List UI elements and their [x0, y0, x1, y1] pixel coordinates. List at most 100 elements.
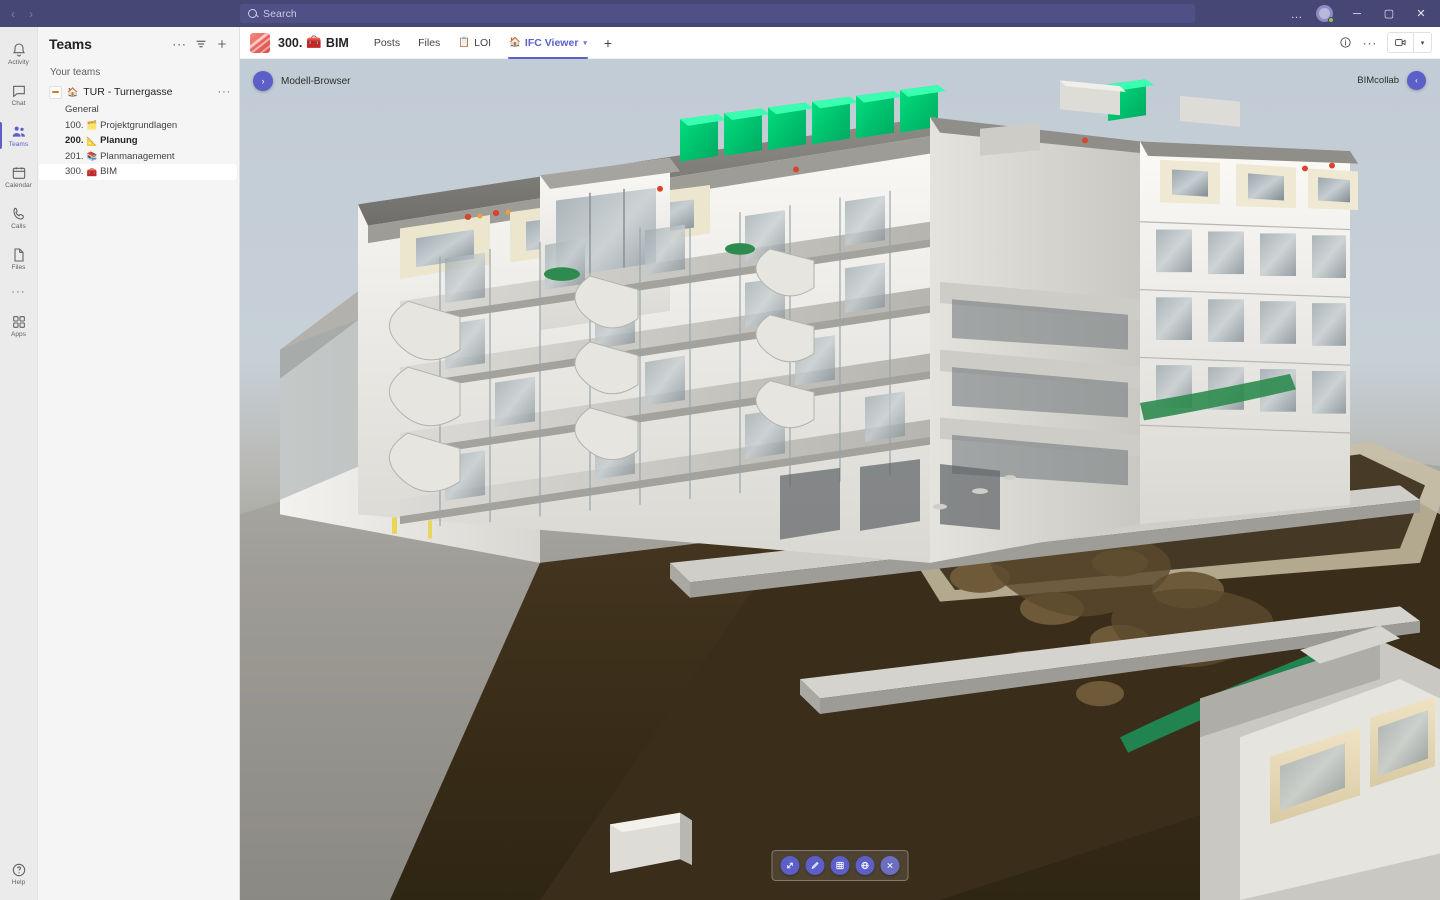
calendar-icon — [10, 164, 27, 181]
channel-item-projektgrundlagen[interactable]: 100. 🗂️ Projektgrundlagen — [39, 118, 237, 134]
tab-files[interactable]: Files — [409, 27, 449, 59]
section-grid-button[interactable] — [831, 856, 850, 875]
chevron-right-icon: › — [253, 71, 273, 91]
tab-label: Posts — [374, 37, 400, 49]
rail-label-chat: Chat — [12, 100, 26, 107]
measure-tool-button[interactable] — [781, 856, 800, 875]
ifc-3d-viewport[interactable]: › Modell-Browser BIMcollab ‹ — [240, 59, 1440, 900]
rail-label-teams: Teams — [9, 141, 28, 148]
rail-item-chat[interactable]: Chat — [0, 74, 38, 115]
rail-label-files: Files — [12, 264, 26, 271]
tab-label: LOI — [474, 37, 491, 49]
forward-arrow-icon[interactable]: › — [29, 8, 33, 20]
toolbox-icon: 🧰 — [87, 168, 98, 177]
rail-more-apps-icon[interactable]: ··· — [0, 279, 38, 305]
presence-badge — [1328, 17, 1334, 23]
channel-title-name: BIM — [326, 36, 349, 50]
search-input[interactable]: Search — [240, 4, 1195, 23]
back-arrow-icon[interactable]: ‹ — [11, 8, 15, 20]
app-rail: Activity Chat Teams — [0, 27, 38, 900]
ifc-viewer-icon: 🏠 — [509, 37, 521, 48]
markup-pen-button[interactable] — [806, 856, 825, 875]
teams-app-window: ‹ › Search … ─ ▢ ✕ — [0, 0, 1440, 900]
channel-name: Projektgrundlagen — [100, 120, 177, 131]
folder-icon: 🗂️ — [87, 121, 98, 130]
rail-item-calendar[interactable]: Calendar — [0, 156, 38, 197]
tab-loi[interactable]: 📋 LOI — [449, 27, 500, 59]
channel-item-bim[interactable]: 300. 🧰 BIM — [39, 164, 237, 180]
channel-name: Planung — [100, 135, 137, 146]
add-tab-button[interactable]: + — [596, 27, 620, 59]
channel-item-planmanagement[interactable]: 201. 📚 Planmanagement — [39, 149, 237, 165]
channel-item-planung[interactable]: 200. 📐 Planung — [39, 133, 237, 149]
team-more-options-icon[interactable]: ··· — [218, 86, 231, 98]
main-row: Activity Chat Teams — [0, 27, 1440, 900]
avatar[interactable] — [1316, 5, 1333, 22]
channel-name: General — [65, 104, 99, 115]
close-button[interactable]: ✕ — [1406, 0, 1436, 27]
rail-item-teams[interactable]: Teams — [0, 115, 38, 156]
rail-label-apps: Apps — [11, 331, 26, 338]
maximize-button[interactable]: ▢ — [1374, 0, 1404, 27]
rail-item-help[interactable]: Help — [0, 853, 38, 894]
tab-ifc-viewer[interactable]: 🏠 IFC Viewer ▾ — [500, 27, 596, 59]
close-toolbar-button[interactable] — [881, 856, 900, 875]
channel-title-number: 300. — [278, 36, 302, 50]
channel-tab-bar: 300. 🧰 BIM Posts Files 📋 LOI — [240, 27, 1440, 59]
teams-more-options-icon[interactable]: ··· — [170, 35, 189, 54]
bimcollab-panel-toggle[interactable]: BIMcollab ‹ — [1357, 71, 1426, 90]
team-avatar — [49, 86, 62, 99]
channel-name: Planmanagement — [100, 151, 174, 162]
model-browser-toggle[interactable]: › Modell-Browser — [253, 71, 350, 91]
your-teams-label: Your teams — [38, 61, 239, 82]
bell-icon — [10, 41, 27, 58]
channel-info-icon[interactable] — [1334, 32, 1356, 54]
chevron-left-icon: ‹ — [1407, 71, 1426, 90]
rail-item-files[interactable]: Files — [0, 238, 38, 279]
channel-item-general[interactable]: General — [39, 102, 237, 118]
rail-item-activity[interactable]: Activity — [0, 33, 38, 74]
search-icon — [248, 9, 257, 18]
chevron-down-icon[interactable]: ▾ — [583, 39, 587, 47]
titlebar-overflow-icon[interactable]: … — [1284, 7, 1310, 21]
video-camera-icon[interactable] — [1388, 33, 1414, 52]
teams-pane: Teams ··· Your teams 🏠 TUR - Turnergas — [38, 27, 240, 900]
channel-number: 100. — [65, 120, 84, 131]
rail-item-apps[interactable]: Apps — [0, 305, 38, 346]
channel-actions: ··· ▾ — [1334, 32, 1432, 54]
file-icon — [10, 246, 27, 263]
house-icon: 🏠 — [67, 88, 78, 97]
books-icon: 📚 — [87, 152, 98, 161]
title-bar: ‹ › Search … ─ ▢ ✕ — [0, 0, 1440, 27]
meet-now-chevron-icon[interactable]: ▾ — [1414, 33, 1431, 52]
rail-label-calendar: Calendar — [5, 182, 32, 189]
teams-pane-header: Teams ··· — [38, 27, 239, 61]
channel-name: BIM — [100, 166, 117, 177]
search-placeholder: Search — [263, 8, 297, 20]
model-render — [240, 59, 1440, 900]
toolbox-icon: 🧰 — [306, 35, 322, 50]
help-icon — [10, 861, 27, 878]
minimize-button[interactable]: ─ — [1342, 0, 1372, 27]
channel-title: 300. 🧰 BIM — [278, 35, 349, 50]
viewer-toolbar — [772, 850, 909, 881]
channel-more-options-icon[interactable]: ··· — [1359, 32, 1381, 54]
rail-item-calls[interactable]: Calls — [0, 197, 38, 238]
tab-posts[interactable]: Posts — [365, 27, 409, 59]
chat-icon — [10, 82, 27, 99]
filter-icon[interactable] — [191, 35, 210, 54]
meet-now-button[interactable]: ▾ — [1387, 32, 1432, 53]
team-name: TUR - Turnergasse — [83, 86, 212, 98]
team-row-tur-turnergasse[interactable]: 🏠 TUR - Turnergasse ··· — [38, 82, 239, 102]
orbit-globe-button[interactable] — [856, 856, 875, 875]
channel-number: 201. — [65, 151, 84, 162]
team-thumbnail-icon — [250, 33, 270, 53]
window-nav: ‹ › — [0, 8, 240, 20]
rail-label-calls: Calls — [11, 223, 26, 230]
tab-label: Files — [418, 37, 440, 49]
rail-label-activity: Activity — [8, 59, 29, 66]
bimcollab-label: BIMcollab — [1357, 75, 1399, 86]
join-or-create-team-icon[interactable] — [212, 35, 231, 54]
model-browser-label: Modell-Browser — [281, 76, 350, 87]
tab-list: Posts Files 📋 LOI 🏠 IFC Viewer ▾ + — [365, 27, 1334, 59]
